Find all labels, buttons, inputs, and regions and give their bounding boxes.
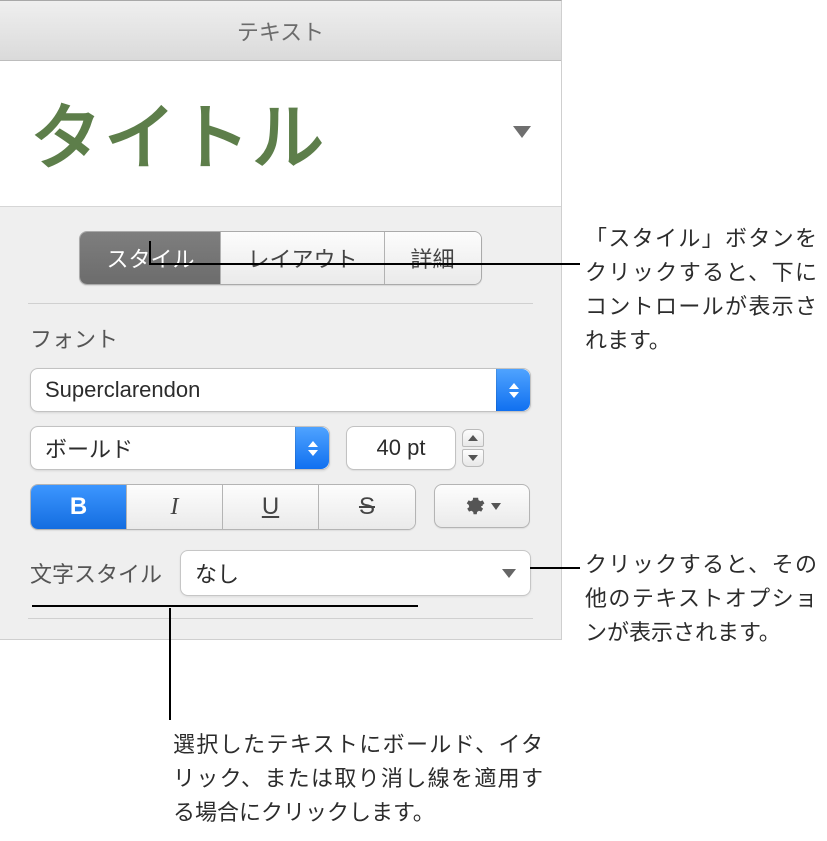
bold-glyph: B [70, 493, 87, 521]
tab-layout-label: レイアウト [247, 247, 357, 272]
stepper-updown-icon [295, 427, 329, 469]
callout-style-button: 「スタイル」ボタンをクリックすると、下にコントロールが表示されます。 [585, 222, 817, 358]
chevron-down-icon [513, 126, 531, 138]
font-family-value: Superclarendon [45, 377, 200, 403]
font-section-label: フォント [0, 322, 561, 368]
italic-button[interactable]: I [127, 485, 223, 529]
tab-advanced[interactable]: 詳細 [385, 232, 481, 284]
italic-glyph: I [171, 494, 179, 521]
font-size-increase[interactable] [462, 429, 484, 447]
paragraph-style-name: タイトル [30, 79, 326, 184]
font-size-value: 40 pt [377, 435, 426, 461]
font-weight-popup[interactable]: ボールド [30, 426, 330, 470]
underline-button[interactable]: U [223, 485, 319, 529]
paragraph-style-popup[interactable]: タイトル [0, 61, 561, 207]
tab-style[interactable]: スタイル [80, 232, 221, 284]
character-style-label: 文字スタイル [30, 557, 162, 589]
font-size-decrease[interactable] [462, 449, 484, 467]
gear-icon [463, 495, 485, 517]
character-style-popup[interactable]: なし [180, 550, 531, 596]
font-family-popup[interactable]: Superclarendon [30, 368, 531, 412]
callout-gear-button: クリックすると、その他のテキストオプションが表示されます。 [585, 548, 817, 650]
chevron-down-icon [502, 569, 516, 578]
inspector-tab-label: テキスト [237, 15, 324, 47]
strikethrough-glyph: S [359, 493, 375, 521]
underline-glyph: U [262, 493, 279, 521]
callout-bius-group: 選択したテキストにボールド、イタリック、または取り消し線を適用する場合にクリック… [173, 728, 543, 830]
font-size-stepper [462, 429, 484, 467]
font-size-field[interactable]: 40 pt [346, 426, 456, 470]
text-subtab-segmented: スタイル レイアウト 詳細 [79, 231, 481, 285]
inspector-tab-text[interactable]: テキスト [0, 1, 561, 61]
format-inspector-panel: テキスト タイトル スタイル レイアウト 詳細 フォント Superclaren… [0, 0, 562, 640]
chevron-down-icon [491, 503, 501, 510]
text-advanced-options-button[interactable] [434, 484, 530, 528]
bold-button[interactable]: B [31, 485, 127, 529]
strikethrough-button[interactable]: S [319, 485, 415, 529]
stepper-updown-icon [496, 369, 530, 411]
tab-style-label: スタイル [106, 247, 194, 272]
tab-layout[interactable]: レイアウト [221, 232, 384, 284]
font-weight-value: ボールド [45, 432, 133, 464]
tab-advanced-label: 詳細 [411, 247, 455, 272]
text-style-toggle-group: B I U S [30, 484, 416, 530]
character-style-value: なし [195, 557, 239, 589]
